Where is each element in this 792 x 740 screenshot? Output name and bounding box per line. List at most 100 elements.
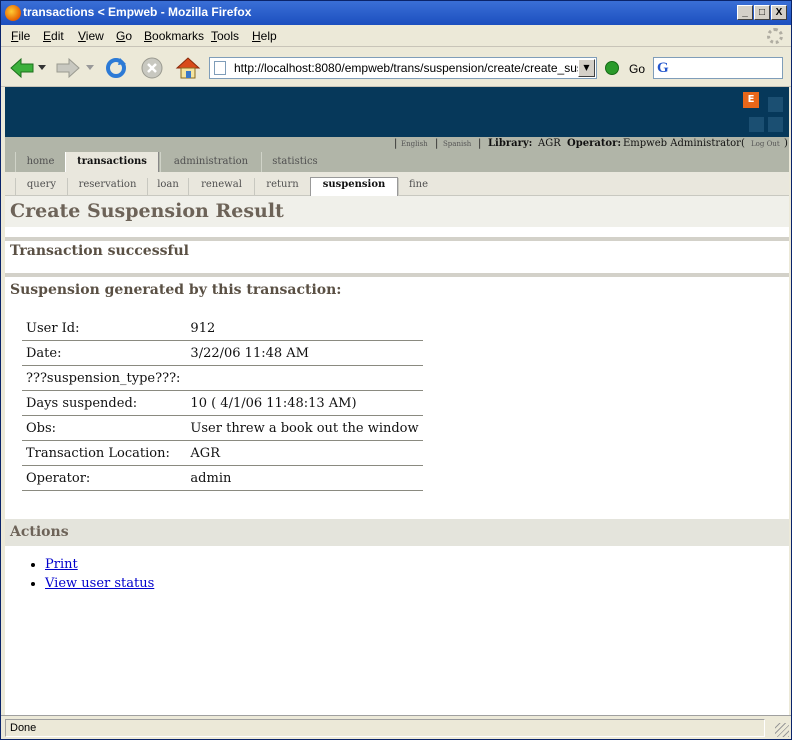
home-icon — [175, 57, 201, 79]
tab-administration[interactable]: administration — [160, 152, 261, 172]
table-row: Transaction Location: AGR — [22, 440, 423, 466]
content-edge — [789, 87, 791, 715]
divider — [5, 273, 789, 277]
table-row: User Id: 912 — [22, 315, 423, 341]
chevron-down-icon — [38, 65, 46, 70]
maximize-button[interactable]: □ — [754, 5, 770, 20]
reload-button[interactable] — [103, 55, 129, 81]
subtab-renewal[interactable]: renewal — [188, 178, 254, 196]
detail-value: admin — [184, 465, 423, 491]
close-button[interactable]: X — [771, 5, 787, 20]
page-title: Create Suspension Result — [10, 200, 284, 222]
list-item: Print — [45, 557, 154, 572]
paren: ( — [741, 138, 745, 149]
actions-heading: Actions — [10, 524, 69, 540]
url-bar[interactable]: http://localhost:8080/empweb/trans/suspe… — [209, 57, 597, 79]
detail-label: User Id: — [22, 315, 185, 341]
page-icon — [214, 61, 226, 75]
detail-label: Date: — [22, 340, 185, 366]
tab-statistics[interactable]: statistics — [261, 152, 328, 172]
operator-label: Operator: — [567, 138, 622, 149]
subtab-loan[interactable]: loan — [147, 178, 188, 196]
session-info-bar: | English | Spanish | Library: AGR Opera… — [5, 137, 789, 152]
status-bar: Done — [1, 715, 791, 739]
divider — [5, 237, 789, 241]
google-search-icon: G — [657, 60, 669, 76]
detail-label: Obs: — [22, 415, 185, 441]
forward-button[interactable] — [55, 55, 81, 81]
menu-file[interactable]: File — [11, 29, 30, 43]
detail-label: Days suspended: — [22, 390, 185, 416]
detail-value: 912 — [184, 315, 423, 341]
table-row: Obs: User threw a book out the window — [22, 415, 423, 441]
section-heading: Suspension generated by this transaction… — [10, 282, 342, 298]
logout-link[interactable]: Log Out — [751, 140, 780, 148]
back-button[interactable] — [9, 55, 35, 81]
table-row: ???suspension_type???: — [22, 365, 423, 391]
menu-help[interactable]: Help — [252, 29, 277, 43]
detail-value: AGR — [184, 440, 423, 466]
throbber-icon — [767, 28, 783, 44]
back-history-dropdown[interactable] — [35, 55, 49, 81]
print-link[interactable]: Print — [45, 557, 78, 572]
empweb-banner: E — [5, 87, 789, 137]
list-item: View user status — [45, 576, 154, 591]
transaction-status: Transaction successful — [10, 243, 189, 259]
minimize-button[interactable]: _ — [737, 5, 753, 20]
menu-bar: File Edit View Go Bookmarks Tools Help — [1, 25, 791, 47]
empweb-logo-icon: E — [743, 92, 759, 108]
paren: ) — [784, 138, 788, 149]
back-arrow-icon — [10, 57, 34, 79]
detail-value: 10 ( 4/1/06 11:48:13 AM) — [184, 390, 423, 416]
subtab-suspension[interactable]: suspension — [310, 177, 398, 196]
menu-go[interactable]: Go — [116, 29, 132, 43]
subtab-fine[interactable]: fine — [398, 178, 438, 196]
library-label: Library: — [488, 138, 533, 149]
suspension-details-table: User Id: 912 Date: 3/22/06 11:48 AM ???sus… — [22, 315, 423, 491]
menu-edit[interactable]: Edit — [43, 29, 64, 43]
resize-grip-icon[interactable] — [775, 723, 789, 737]
operator-value: Empweb Administrator — [623, 138, 741, 149]
subtab-return[interactable]: return — [254, 178, 310, 196]
subtab-reservation[interactable]: reservation — [67, 178, 147, 196]
tab-home[interactable]: home — [15, 152, 65, 172]
main-tabs: home transactions administration statist… — [5, 152, 789, 173]
view-user-status-link[interactable]: View user status — [45, 576, 154, 591]
lang-spanish-link[interactable]: Spanish — [443, 140, 471, 148]
go-label: Go — [629, 62, 646, 76]
separator: | — [394, 138, 398, 149]
actions-list: Print View user status — [23, 557, 154, 595]
status-text: Done — [5, 719, 765, 737]
url-dropdown-button[interactable]: ▼ — [578, 59, 595, 77]
detail-label: Operator: — [22, 465, 185, 491]
subtab-query[interactable]: query — [15, 178, 67, 196]
logo-square-icon — [768, 97, 783, 112]
reload-icon — [106, 58, 126, 78]
library-value: AGR — [538, 138, 561, 149]
forward-arrow-icon — [56, 57, 80, 79]
forward-history-dropdown[interactable] — [83, 55, 97, 81]
navigation-toolbar: http://localhost:8080/empweb/trans/suspe… — [1, 47, 791, 87]
stop-button[interactable] — [139, 55, 165, 81]
detail-value: User threw a book out the window — [184, 415, 423, 441]
sub-tabs: query reservation loan renewal return su… — [5, 172, 789, 196]
page-content: E | English | Spanish | Library: AGR Ope… — [5, 87, 789, 715]
detail-label: Transaction Location: — [22, 440, 185, 466]
stop-icon — [141, 57, 163, 79]
search-box[interactable]: G — [653, 57, 783, 79]
actions-header: Actions — [5, 519, 789, 546]
separator: | — [478, 138, 482, 149]
browser-window: transactions < Empweb - Mozilla Firefox … — [0, 0, 792, 740]
window-title: transactions < Empweb - Mozilla Firefox — [23, 5, 252, 19]
tab-transactions[interactable]: transactions — [65, 152, 159, 173]
detail-value — [184, 365, 423, 391]
menu-tools[interactable]: Tools — [211, 29, 239, 43]
menu-bookmarks[interactable]: Bookmarks — [144, 29, 204, 43]
menu-view[interactable]: View — [78, 29, 104, 43]
lang-english-link[interactable]: English — [401, 140, 428, 148]
chevron-down-icon — [86, 65, 94, 70]
table-row: Days suspended: 10 ( 4/1/06 11:48:13 AM) — [22, 390, 423, 416]
logo-square-icon — [768, 117, 783, 132]
home-button[interactable] — [175, 55, 201, 81]
table-row: Date: 3/22/06 11:48 AM — [22, 340, 423, 366]
